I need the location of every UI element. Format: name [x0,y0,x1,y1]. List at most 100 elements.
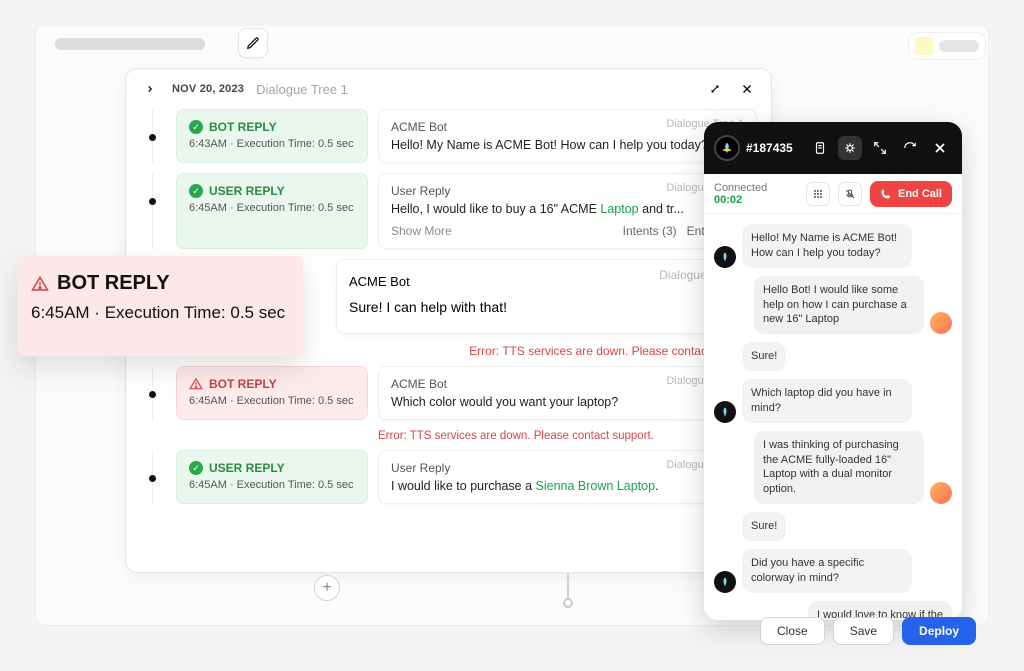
edit-button[interactable] [238,28,268,58]
status-dot-icon [915,37,933,55]
entry-kind-label: BOT REPLY [209,120,277,134]
check-circle-icon: ✓ [189,184,203,198]
chat-row: Which laptop did you have in mind? [714,379,952,423]
user-avatar-icon [930,482,952,504]
intents-count[interactable]: Intents (3) [623,224,677,238]
chat-bubble: Hello Bot! I would like some help on how… [754,276,924,335]
call-timer: 00:02 [714,194,767,206]
status-label-placeholder [939,40,979,52]
chat-row: Sure! [714,342,952,371]
node-connector [567,573,569,601]
entry-message: Sure! I can help with that! [349,299,744,315]
chat-bubble: Hello! My Name is ACME Bot! How can I he… [742,224,912,268]
sim-status-bar: Connected 00:02 End Call [704,174,962,214]
chat-row: Sure! [714,512,952,541]
call-simulator-panel: #187435 Connected 00:02 End Ca [704,122,962,620]
mute-icon[interactable] [838,182,862,206]
log-entry: ✓ BOT REPLY 6:43AM · Execution Time: 0.5… [140,109,757,163]
entry-right-card[interactable]: Dialogue Tree 1 ACME Bot Hello! My Name … [378,109,757,163]
show-more-button[interactable]: Show More [391,224,452,238]
status-pill[interactable] [908,32,986,60]
chat-bubble: Which laptop did you have in mind? [742,379,912,423]
timeline-dot-icon [149,475,156,482]
chat-bubble: I was thinking of purchasing the ACME fu… [754,431,924,504]
entry-left-card[interactable]: ✓ BOT REPLY 6:43AM · Execution Time: 0.5… [176,109,368,163]
log-title: Dialogue Tree 1 [256,82,348,97]
close-button[interactable]: Close [760,617,825,645]
session-id: #187435 [746,141,802,155]
expand-icon[interactable] [705,79,725,99]
document-icon[interactable] [808,136,832,160]
node-handle[interactable] [563,598,573,608]
collapse-icon[interactable] [868,136,892,160]
warning-triangle-icon [189,377,203,391]
entry-message: Which color would you want your laptop? [391,395,744,409]
chat-row: Hello! My Name is ACME Bot! How can I he… [714,224,952,268]
sim-header: #187435 [704,122,962,174]
chevron-right-icon[interactable] [140,79,160,99]
entry-right-card[interactable]: Dialogue Tree 1 User Reply Hello, I woul… [378,173,757,249]
check-circle-icon: ✓ [189,461,203,475]
close-icon[interactable] [737,79,757,99]
chat-bubble: Did you have a specific colorway in mind… [742,549,912,593]
close-icon[interactable] [928,136,952,160]
entry-kind-label: USER REPLY [209,184,285,198]
entry-kind-label: BOT REPLY [209,377,277,391]
entry-message: I would like to purchase a Sienna Brown … [391,479,744,493]
breadcrumb-placeholder [55,38,205,50]
msg-part: Hello, I would like to buy a 16" ACME [391,202,600,216]
chat-row: I was thinking of purchasing the ACME fu… [714,431,952,504]
end-call-button[interactable]: End Call [870,181,952,207]
log-entry: ✓ USER REPLY 6:45AM · Execution Time: 0.… [140,450,757,504]
entry-meta: 6:43AM · Execution Time: 0.5 sec [189,138,355,150]
chat-row: Hello Bot! I would like some help on how… [714,276,952,335]
log-entry: BOT REPLY 6:45AM · Execution Time: 0.5 s… [140,366,757,420]
brand-logo-icon [714,135,740,161]
save-button[interactable]: Save [833,617,894,645]
log-entry: ✓ USER REPLY 6:45AM · Execution Time: 0.… [140,173,757,249]
entry-meta: 6:45AM · Execution Time: 0.5 sec [189,202,355,214]
entry-left-card[interactable]: ✓ USER REPLY 6:45AM · Execution Time: 0.… [176,173,368,249]
msg-part: . [655,479,658,493]
log-date: NOV 20, 2023 [172,83,244,95]
timeline-dot-icon [149,134,156,141]
entry-kind-label: USER REPLY [209,461,285,475]
entry-message: Hello, I would like to buy a 16" ACME La… [391,202,744,216]
log-header: NOV 20, 2023 Dialogue Tree 1 [126,69,771,109]
bot-avatar-icon [714,246,736,268]
footer-actions: Close Save Deploy [760,617,976,645]
top-bar [55,30,989,58]
refresh-icon[interactable] [898,136,922,160]
bug-icon[interactable] [838,136,862,160]
chat-transcript: Hello! My Name is ACME Bot! How can I he… [704,214,962,620]
entry-message: Hello! My Name is ACME Bot! How can I he… [391,138,744,152]
entry-meta: 6:45AM · Execution Time: 0.5 sec [189,479,355,491]
entry-meta: 6:45AM · Execution Time: 0.5 sec [189,395,355,407]
deploy-button[interactable]: Deploy [902,617,976,645]
entity-link[interactable]: Sienna Brown Laptop [536,479,656,493]
highlight-card[interactable]: BOT REPLY 6:45AM · Execution Time: 0.5 s… [17,256,303,356]
entry-right-card-large[interactable]: Dialogue Tree 1 ACME Bot Sure! I can hel… [336,259,757,334]
entity-link[interactable]: Laptop [600,202,638,216]
dialpad-icon[interactable] [806,182,830,206]
entry-right-card[interactable]: Dialogue Tree 1 User Reply I would like … [378,450,757,504]
msg-part: I would like to purchase a [391,479,536,493]
entry-right-card[interactable]: Dialogue Tree 1 ACME Bot Which color wou… [378,366,757,420]
entry-left-card[interactable]: BOT REPLY 6:45AM · Execution Time: 0.5 s… [176,366,368,420]
chat-bubble: Sure! [742,342,786,371]
timeline-dot-icon [149,198,156,205]
connected-label: Connected [714,182,767,194]
warning-triangle-icon [31,275,49,293]
highlight-title: BOT REPLY [57,272,170,295]
end-call-label: End Call [898,188,942,200]
bot-avatar-icon [714,401,736,423]
add-node-button[interactable]: + [314,575,340,601]
entry-left-card[interactable]: ✓ USER REPLY 6:45AM · Execution Time: 0.… [176,450,368,504]
phone-icon [880,188,892,200]
msg-part: and tr... [639,202,684,216]
check-circle-icon: ✓ [189,120,203,134]
chat-bubble: Sure! [742,512,786,541]
user-avatar-icon [930,312,952,334]
highlight-sub: 6:45AM · Execution Time: 0.5 sec [31,303,289,323]
timeline-dot-icon [149,391,156,398]
